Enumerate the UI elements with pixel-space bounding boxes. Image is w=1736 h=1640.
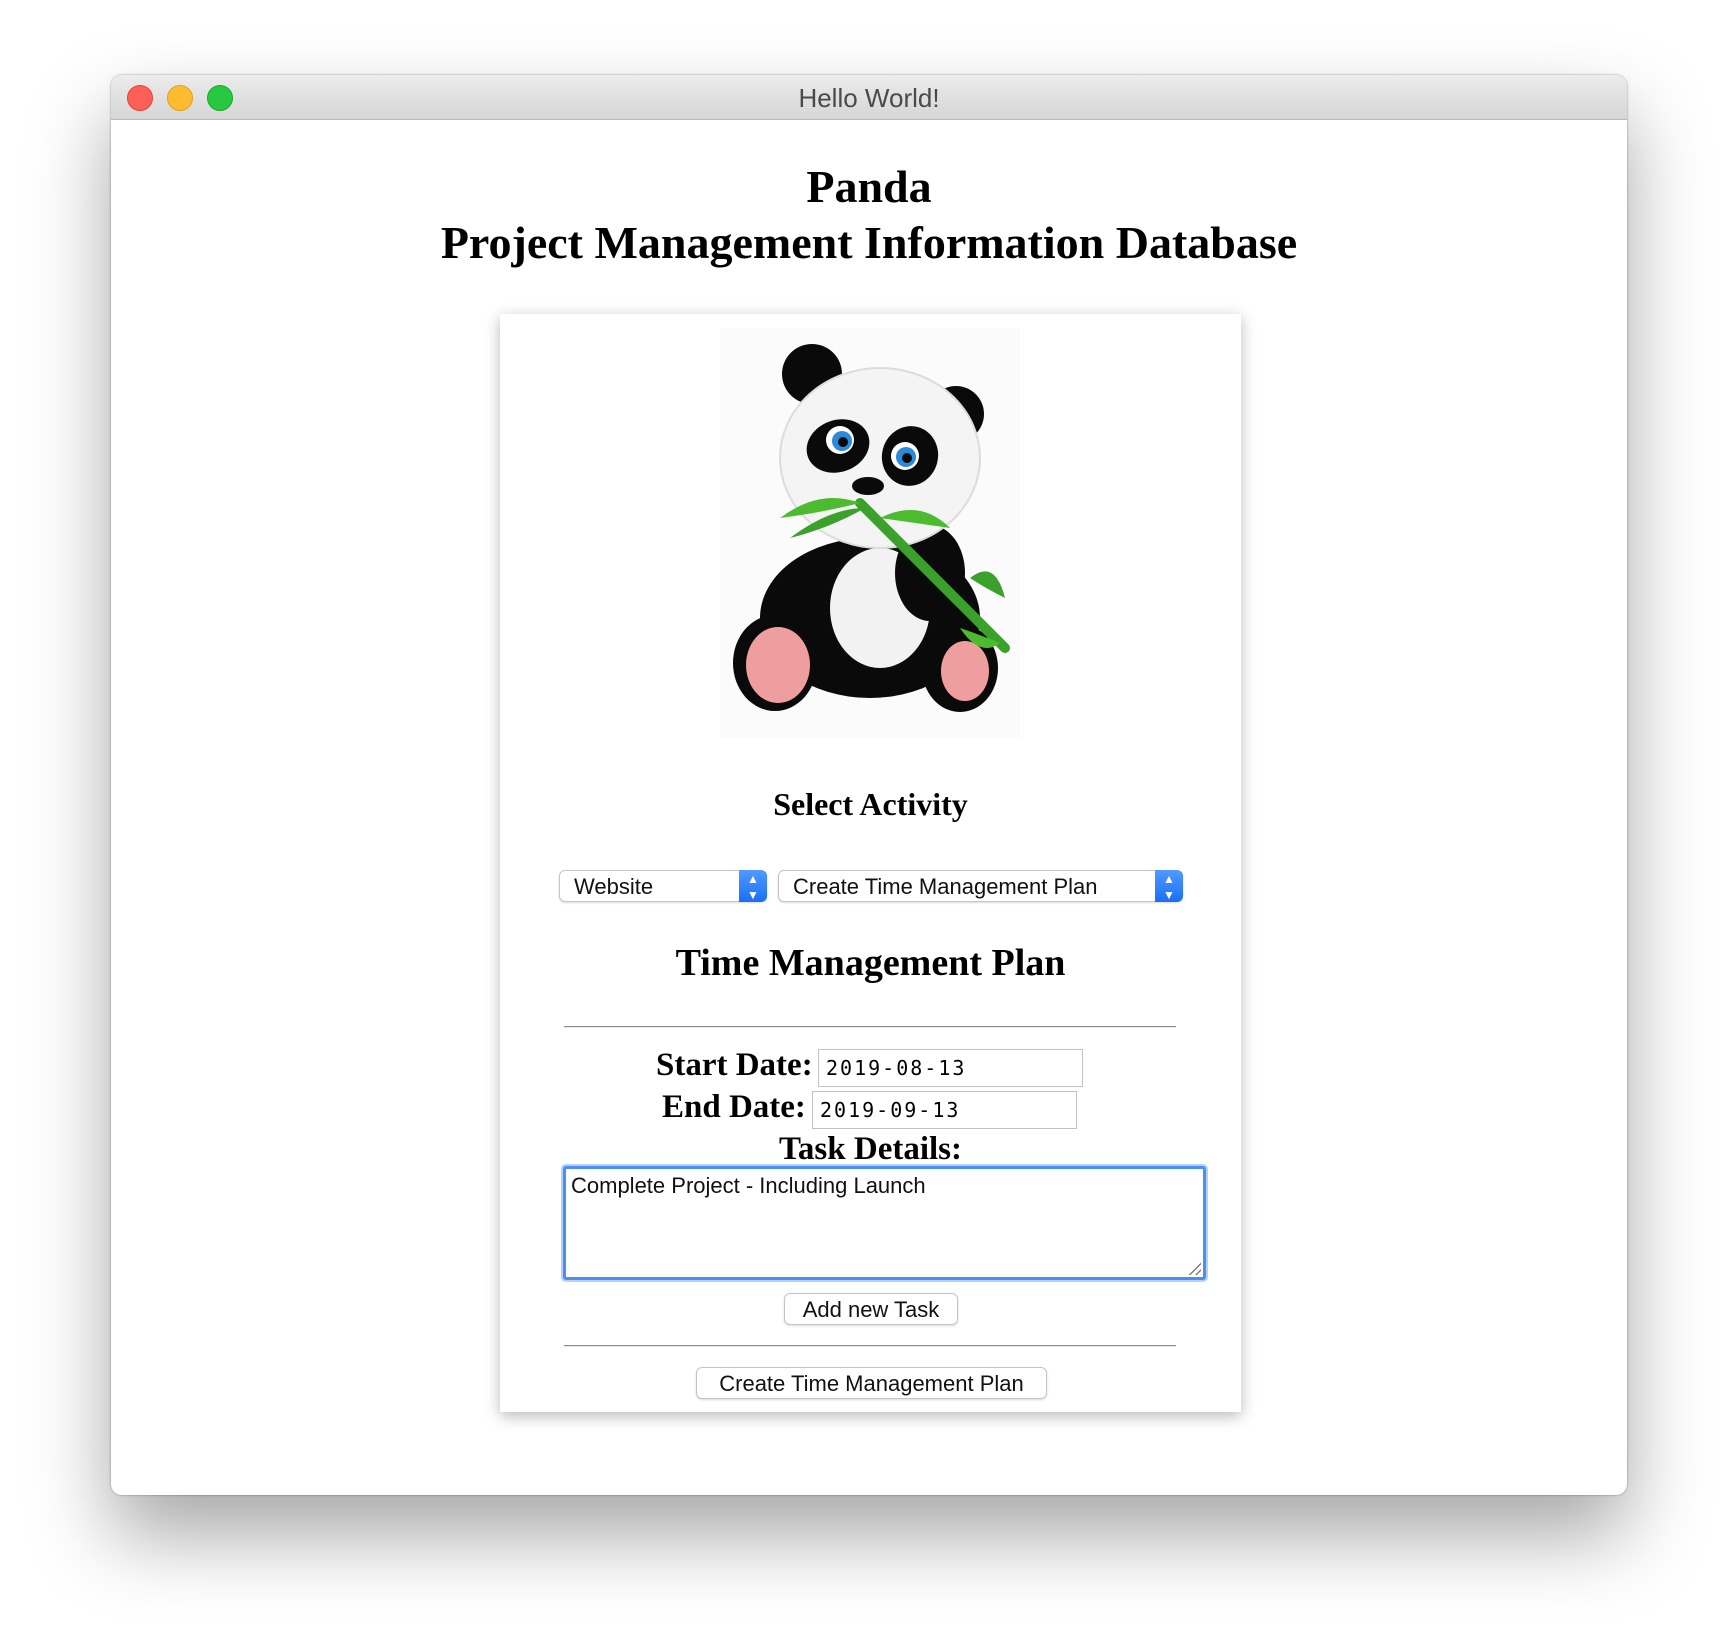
- chevron-up-down-icon: ▲ ▼: [1155, 870, 1183, 902]
- task-details-text: Complete Project - Including Launch: [571, 1173, 926, 1198]
- category-select[interactable]: Website ▲ ▼: [559, 870, 767, 902]
- category-select-value: Website: [574, 874, 654, 899]
- add-task-button[interactable]: Add new Task: [784, 1293, 958, 1325]
- resize-handle-icon[interactable]: [1187, 1261, 1201, 1275]
- activity-select-value: Create Time Management Plan: [793, 874, 1098, 899]
- select-activity-heading: Select Activity: [773, 786, 968, 822]
- start-date-label: Start Date:: [656, 1047, 813, 1083]
- end-date-input[interactable]: 2019-09-13: [812, 1091, 1077, 1129]
- chevron-up-down-icon: ▲ ▼: [739, 870, 767, 902]
- form-card: Select Activity Website ▲ ▼ Create Time M…: [500, 314, 1241, 1412]
- section-heading: Time Management Plan: [675, 942, 1066, 984]
- title-bar[interactable]: Hello World!: [111, 75, 1627, 120]
- window-title: Hello World!: [798, 83, 940, 113]
- divider: [564, 1026, 1176, 1028]
- create-plan-button[interactable]: Create Time Management Plan: [696, 1367, 1047, 1399]
- app-window: Hello World! Panda Project Management In…: [111, 75, 1627, 1495]
- page-title: Project Management Information Database: [440, 217, 1298, 268]
- end-date-label: End Date:: [662, 1089, 806, 1125]
- task-details-textarea[interactable]: Complete Project - Including Launch: [563, 1166, 1206, 1280]
- app-name-heading: Panda: [806, 161, 932, 212]
- panda-image: [720, 328, 1020, 738]
- activity-select[interactable]: Create Time Management Plan ▲ ▼: [778, 870, 1183, 902]
- task-details-label: Task Details:: [778, 1131, 963, 1167]
- divider: [564, 1345, 1176, 1347]
- start-date-input[interactable]: 2019-08-13: [818, 1049, 1083, 1087]
- page-content: Panda Project Management Information Dat…: [111, 120, 1627, 1495]
